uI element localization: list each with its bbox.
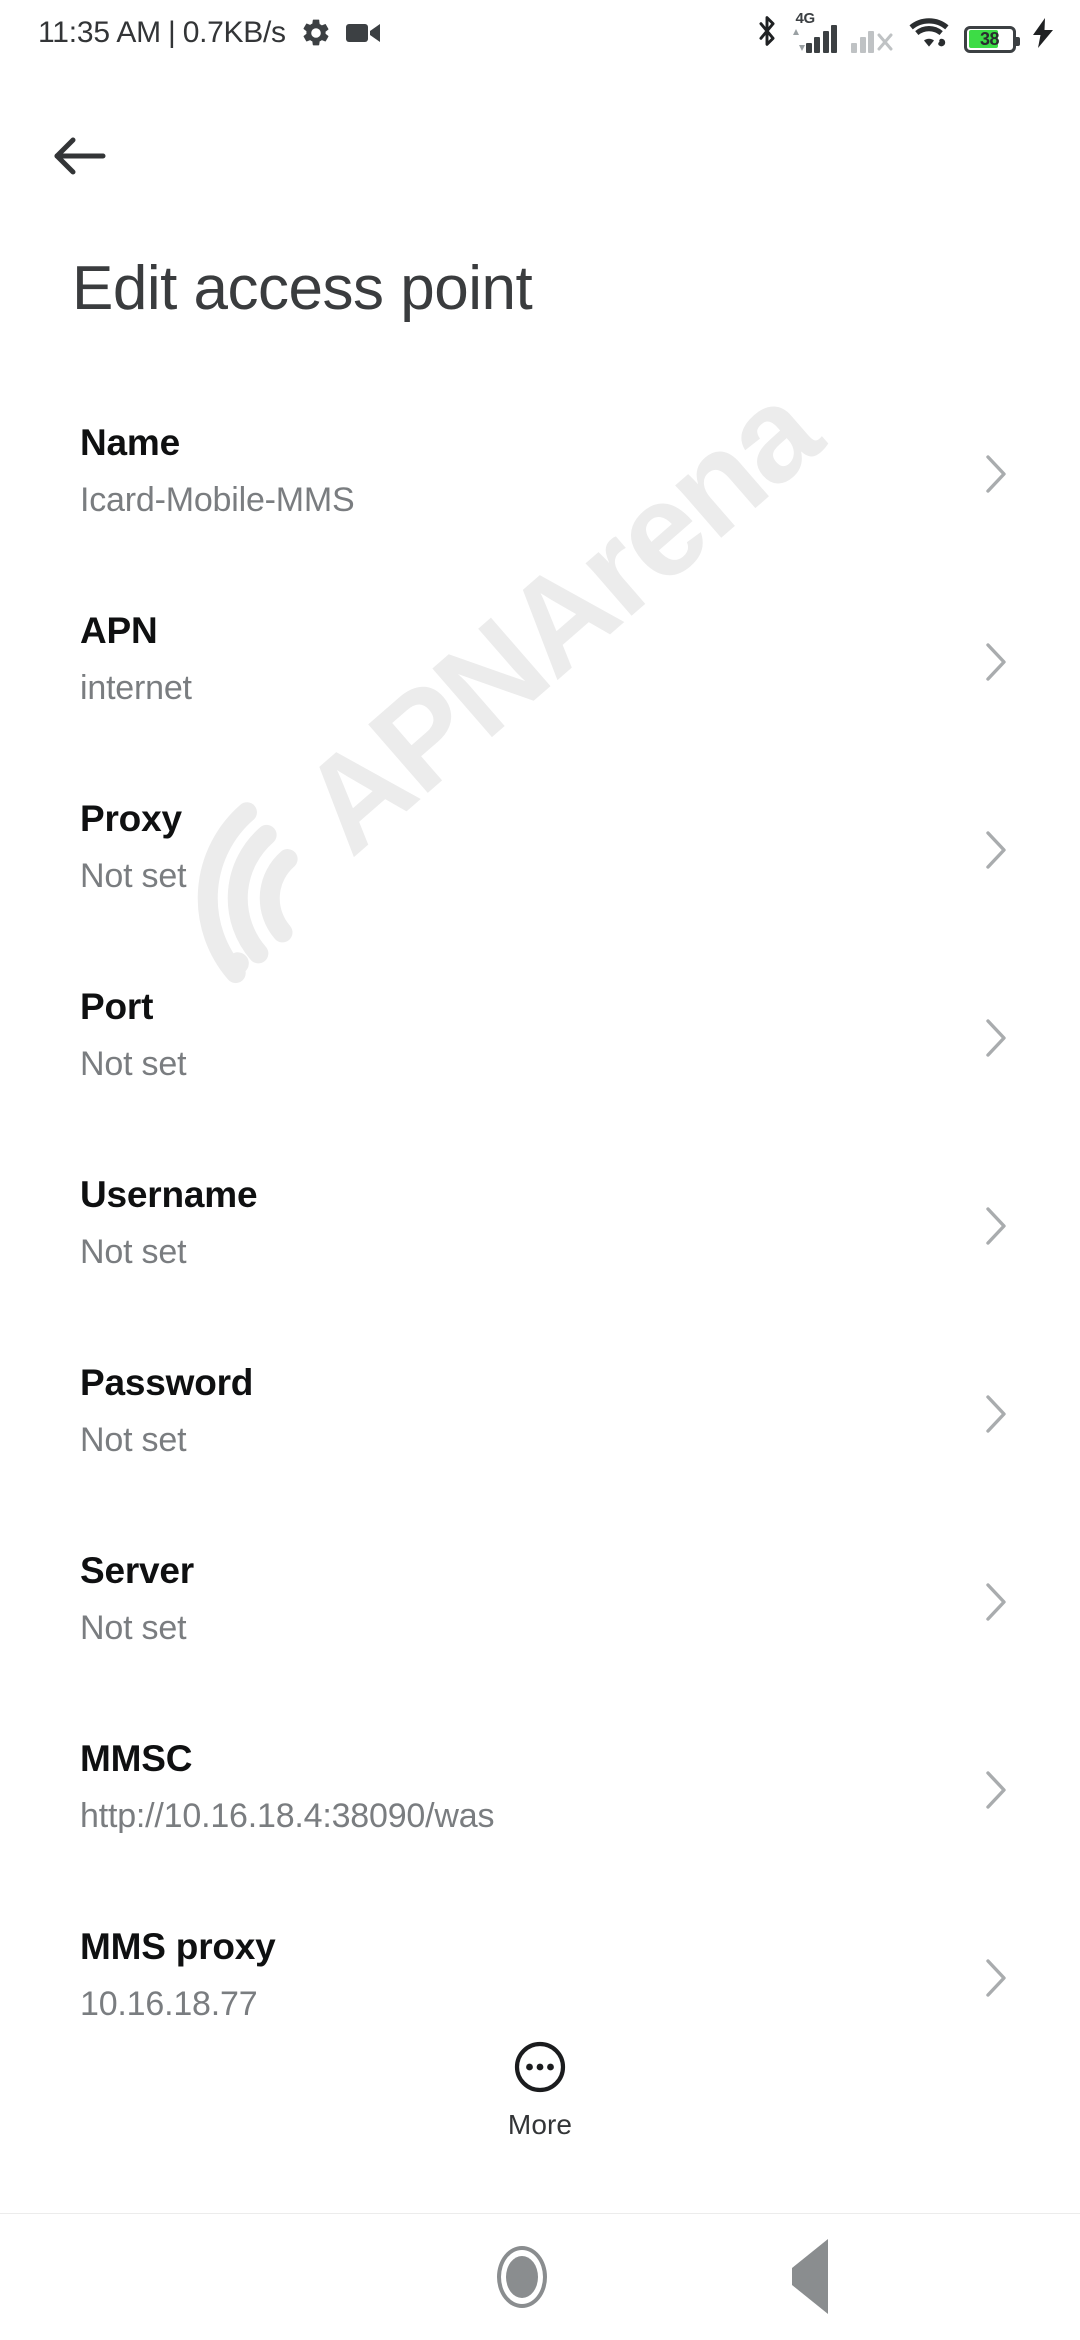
page-title: Edit access point xyxy=(72,254,533,323)
data-arrows-icon xyxy=(792,25,805,53)
back-triangle-icon xyxy=(791,2239,828,2314)
list-item-value: Not set xyxy=(80,1609,187,1645)
chevron-right-icon[interactable] xyxy=(982,1392,1012,1433)
list-item-title: MMS proxy xyxy=(80,1926,276,1967)
list-item-value: Icard-Mobile-MMS xyxy=(80,481,355,517)
list-item[interactable]: Username Not set xyxy=(0,1164,1080,1352)
back-button[interactable] xyxy=(40,118,120,198)
chevron-right-icon[interactable] xyxy=(982,1768,1012,1809)
list-item-title: Name xyxy=(80,422,180,463)
status-bar-right: 4G 38 xyxy=(741,10,1055,53)
chevron-right-icon[interactable] xyxy=(982,1956,1012,1997)
list-item[interactable]: Password Not set xyxy=(0,1352,1080,1540)
list-item-title: APN xyxy=(80,610,158,651)
gear-icon xyxy=(300,17,332,49)
chevron-right-icon[interactable] xyxy=(982,1204,1012,1245)
network-type-label: 4G xyxy=(795,9,816,27)
list-item-value: Not set xyxy=(80,857,187,893)
charging-bolt-icon xyxy=(1032,17,1054,53)
wifi-icon xyxy=(908,16,950,53)
chevron-right-icon[interactable] xyxy=(982,828,1012,869)
list-item-title: MMSC xyxy=(80,1738,193,1779)
signal-no-sim-icon xyxy=(851,25,894,53)
status-bar-data-rate: 0.7KB/s xyxy=(182,16,286,49)
list-item[interactable]: Proxy Not set xyxy=(0,788,1080,976)
list-item-title: Server xyxy=(80,1550,195,1591)
list-item-value: 10.16.18.77 xyxy=(80,1985,258,2021)
list-item-value: Not set xyxy=(80,1421,187,1457)
more-button-label: More xyxy=(507,2109,573,2140)
chevron-right-icon[interactable] xyxy=(982,1016,1012,1057)
status-bar: 11:35 AM | 0.7KB/s 4G 38 xyxy=(0,0,1080,66)
navigation-bar xyxy=(0,2213,1080,2340)
list-item-value: http://10.16.18.4:38090/was xyxy=(80,1797,495,1833)
list-item[interactable]: MMSC http://10.16.18.4:38090/was xyxy=(0,1728,1080,1916)
signal-bars xyxy=(805,24,837,53)
status-bar-clock: 11:35 AM xyxy=(38,16,161,49)
status-bar-separator: | xyxy=(167,16,176,49)
home-button[interactable] xyxy=(496,2246,547,2308)
list-item-title: Username xyxy=(80,1174,258,1215)
phone-screen: 11:35 AM | 0.7KB/s 4G 38 APNArena Edit a… xyxy=(0,0,1080,2340)
list-item-value: internet xyxy=(80,669,192,705)
status-bar-left: 11:35 AM | 0.7KB/s xyxy=(38,16,382,50)
chevron-right-icon[interactable] xyxy=(982,452,1012,493)
signal-4g-icon: 4G xyxy=(792,10,837,53)
back-nav-button[interactable] xyxy=(791,2239,828,2314)
signal-bars-dim xyxy=(851,25,874,53)
more-button[interactable]: More xyxy=(0,2040,1080,2141)
list-item-value: Not set xyxy=(80,1045,187,1081)
battery-icon: 38 xyxy=(964,25,1020,53)
chevron-right-icon[interactable] xyxy=(982,1580,1012,1621)
settings-list: Name Icard-Mobile-MMS APN internet Proxy Not … xyxy=(0,412,1080,2104)
battery-percent-label: 38 xyxy=(979,29,1000,49)
list-item-title: Proxy xyxy=(80,798,182,839)
chevron-right-icon[interactable] xyxy=(982,640,1012,681)
list-item-value: Not set xyxy=(80,1233,187,1269)
list-item[interactable]: Name Icard-Mobile-MMS xyxy=(0,412,1080,600)
circle-ellipsis-icon xyxy=(513,2040,567,2099)
list-item-title: Port xyxy=(80,986,154,1027)
list-item[interactable]: Server Not set xyxy=(0,1540,1080,1728)
video-camera-icon xyxy=(345,20,382,46)
list-item[interactable]: APN internet xyxy=(0,600,1080,788)
bluetooth-icon xyxy=(755,14,779,53)
arrow-left-icon xyxy=(51,134,109,183)
home-circle-icon xyxy=(496,2246,547,2308)
list-item-title: Password xyxy=(80,1362,254,1403)
list-item[interactable]: Port Not set xyxy=(0,976,1080,1164)
